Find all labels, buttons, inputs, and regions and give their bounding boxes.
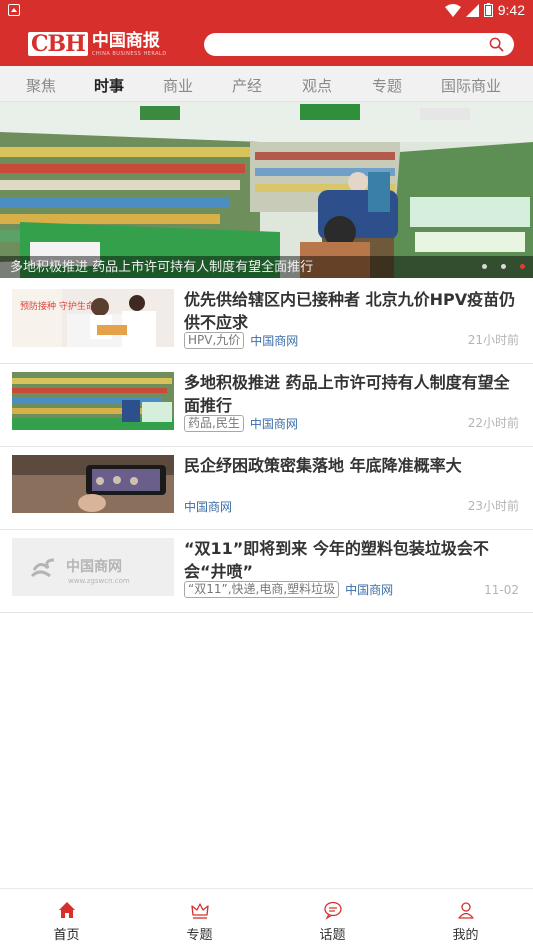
user-icon (458, 902, 474, 919)
news-title[interactable]: 优先供给辖区内已接种者 北京九价HPV疫苗仍供不应求 (184, 288, 522, 334)
tab-industry[interactable]: 产经 (232, 75, 262, 96)
nav-label: 专题 (186, 928, 213, 943)
logo-mark: CBH (28, 32, 88, 56)
logo-subtitle: CHINA BUSINESS HERALD (91, 50, 167, 57)
tab-opinion[interactable]: 观点 (302, 75, 332, 96)
tab-special[interactable]: 专题 (372, 75, 402, 96)
news-source[interactable]: 中国商网 (250, 332, 298, 349)
news-thumbnail: 中国商网 www.zgswcn.com (12, 538, 174, 596)
status-bar: 9:42 (0, 0, 533, 22)
home-icon (59, 902, 75, 918)
news-meta: “双11”,快递,电商,塑料垃圾 中国商网 (184, 581, 393, 598)
news-tag[interactable]: 药品,民生 (184, 415, 244, 432)
chat-icon (324, 901, 342, 920)
tab-business[interactable]: 商业 (163, 75, 193, 96)
nav-label: 话题 (319, 928, 346, 943)
news-time: 21小时前 (467, 333, 519, 347)
news-source[interactable]: 中国商网 (184, 498, 232, 515)
banner-image (0, 102, 533, 278)
svg-text:www.zgswcn.com: www.zgswcn.com (68, 577, 130, 585)
news-meta: HPV,九价 中国商网 (184, 332, 298, 349)
tab-current-affairs[interactable]: 时事 (94, 75, 124, 96)
battery-icon (483, 3, 493, 17)
news-title[interactable]: “双11”即将到来 今年的塑料包装垃圾会不会“井喷” (184, 537, 522, 583)
app-logo: CBH 中国商报 CHINA BUSINESS HERALD (28, 29, 167, 59)
pagination-dot-active[interactable] (520, 264, 525, 269)
news-thumbnail (12, 372, 174, 430)
news-title[interactable]: 多地积极推进 药品上市许可持有人制度有望全面推行 (184, 371, 522, 417)
notification-icon (8, 4, 20, 16)
banner-pagination (482, 264, 525, 269)
news-source[interactable]: 中国商网 (345, 581, 393, 598)
news-time: 11-02 (484, 583, 519, 597)
news-source[interactable]: 中国商网 (250, 415, 298, 432)
nav-label: 我的 (452, 928, 479, 943)
tab-focus[interactable]: 聚焦 (26, 75, 56, 96)
svg-text:预防接种 守护生命: 预防接种 守护生命 (20, 300, 95, 312)
news-item[interactable]: 民企纾困政策密集落地 年底降准概率大 中国商网 23小时前 (0, 447, 533, 530)
search-icon[interactable] (489, 37, 504, 52)
banner-caption: 多地积极推进 药品上市许可持有人制度有望全面推行 (10, 260, 314, 275)
app-header: CBH 中国商报 CHINA BUSINESS HERALD (0, 22, 533, 66)
news-thumbnail (12, 455, 174, 513)
headline-banner[interactable]: 多地积极推进 药品上市许可持有人制度有望全面推行 (0, 102, 533, 278)
logo-name: 中国商报 (91, 30, 160, 51)
news-item[interactable]: 中国商网 www.zgswcn.com “双11”即将到来 今年的塑料包装垃圾会… (0, 530, 533, 613)
nav-profile[interactable]: 我的 (399, 889, 532, 947)
search-input[interactable] (204, 33, 514, 56)
news-meta: 药品,民生 中国商网 (184, 415, 298, 432)
news-tag[interactable]: “双11”,快递,电商,塑料垃圾 (184, 581, 340, 598)
news-meta: 中国商网 (184, 498, 232, 515)
signal-icon (465, 3, 479, 17)
tab-international[interactable]: 国际商业 (441, 75, 501, 96)
nav-special[interactable]: 专题 (133, 889, 266, 947)
svg-text:中国商网: 中国商网 (66, 558, 122, 575)
news-time: 22小时前 (467, 416, 519, 430)
status-time: 9:42 (497, 2, 525, 18)
news-item[interactable]: 预防接种 守护生命 优先供给辖区内已接种者 北京九价HPV疫苗仍供不应求 HPV… (0, 281, 533, 364)
pagination-dot[interactable] (501, 264, 506, 269)
pagination-dot[interactable] (482, 264, 487, 269)
category-tab-bar: 聚焦 时事 商业 产经 观点 专题 国际商业 (0, 66, 533, 102)
news-title[interactable]: 民企纾困政策密集落地 年底降准概率大 (184, 454, 522, 477)
bottom-navigation: 首页 专题 话题 我的 (0, 888, 533, 947)
news-tag[interactable]: HPV,九价 (184, 332, 245, 349)
news-thumbnail: 预防接种 守护生命 (12, 289, 174, 347)
nav-label: 首页 (53, 928, 80, 943)
nav-topics[interactable]: 话题 (266, 889, 399, 947)
crown-icon (191, 903, 209, 919)
wifi-icon (444, 3, 461, 17)
nav-home[interactable]: 首页 (0, 889, 133, 947)
news-time: 23小时前 (467, 499, 519, 513)
news-item[interactable]: 多地积极推进 药品上市许可持有人制度有望全面推行 药品,民生 中国商网 22小时… (0, 364, 533, 447)
